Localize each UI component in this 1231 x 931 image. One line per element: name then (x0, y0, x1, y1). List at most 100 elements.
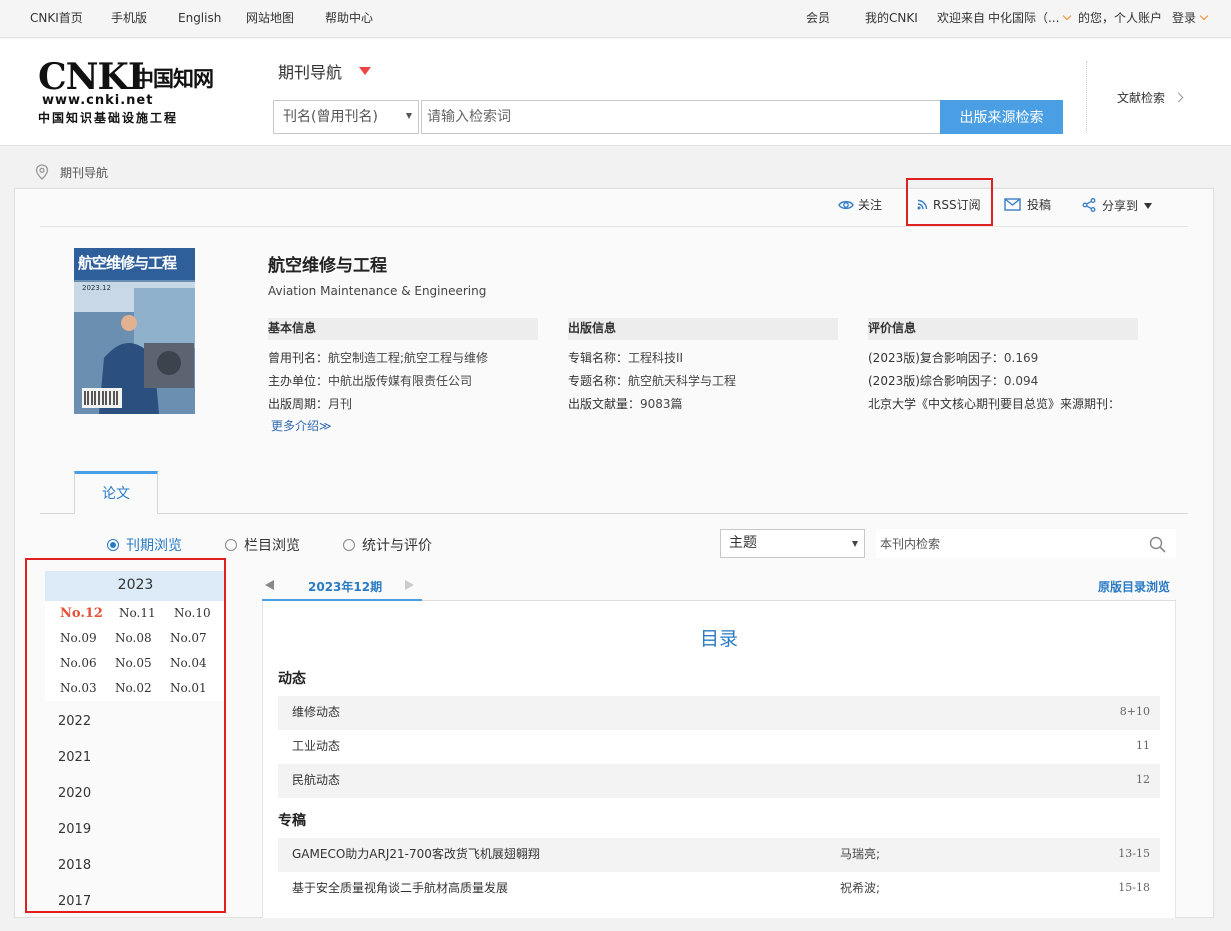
prev-issue-icon[interactable] (265, 580, 274, 590)
article-author[interactable]: 马瑞亮; (840, 838, 880, 870)
welcome-suffix: 的您，个人账户 (1078, 11, 1163, 25)
original-toc-link[interactable]: 原版目录浏览 (1098, 578, 1170, 595)
overall-if-value: 0.094 (1003, 374, 1039, 388)
english-link[interactable]: English (178, 0, 221, 38)
next-issue-icon[interactable] (405, 580, 414, 590)
doc-count-value: 9083篇 (640, 397, 683, 411)
location-pin-icon (35, 164, 49, 180)
current-issue-label[interactable]: 2023年12期 (308, 578, 382, 595)
former-name-label: 曾用刊名： (268, 351, 329, 365)
submit-manuscript-button[interactable]: 投稿 (1004, 196, 1051, 213)
radio-issue-browse[interactable]: 刊期浏览 (107, 535, 182, 555)
series-label: 专辑名称： (568, 351, 629, 365)
cnki-home-link[interactable]: CNKI首页 (30, 0, 83, 38)
org-account-dropdown[interactable]: 中化国际（... (988, 0, 1072, 38)
rss-highlight-box (906, 178, 993, 226)
subject-value: 航空航天科学与工程 (628, 374, 737, 388)
org-name: 中化国际（... (988, 11, 1060, 25)
sitemap-link[interactable]: 网站地图 (246, 0, 294, 38)
publish-info-heading: 出版信息 (568, 318, 838, 340)
toc-title: 目录 (700, 628, 739, 650)
in-journal-search-input[interactable] (876, 529, 1176, 558)
eval-info-heading: 评价信息 (868, 318, 1138, 340)
literature-search-link[interactable]: 文献检索 (1117, 89, 1165, 106)
article-pages: 15-18 (1118, 881, 1150, 894)
caret-down-icon[interactable] (359, 67, 371, 75)
share-label: 分享到 (1102, 199, 1139, 213)
dropdown-arrow-icon (852, 541, 858, 547)
radio-unchecked-icon (225, 539, 237, 551)
journal-cover-image[interactable]: 航空维修与工程 2023.12 (74, 248, 195, 414)
journal-title: 航空维修与工程 (268, 256, 387, 276)
topic-select-value: 主题 (729, 535, 757, 551)
header: CNKI 中国知网 www.cnki.net 中国知识基础设施工程 期刊导航 刊… (0, 39, 1231, 146)
doc-count-label: 出版文献量： (568, 397, 641, 411)
radio-issue-browse-label: 刊期浏览 (126, 538, 182, 554)
former-name-row: 曾用刊名：航空制造工程;航空工程与维修 (268, 349, 488, 366)
search-input[interactable] (421, 100, 941, 134)
chevron-down-icon (1199, 11, 1209, 21)
share-dropdown[interactable]: 分享到 (1082, 196, 1153, 214)
period-value: 月刊 (328, 397, 353, 411)
top-bar: CNKI首页 手机版 English 网站地图 帮助中心 会员 我的CNKI 欢… (0, 0, 1231, 38)
period-label: 出版周期： (268, 397, 329, 411)
topic-select[interactable]: 主题 (720, 529, 865, 558)
toc-row[interactable]: GAMECO助力ARJ21-700客改货飞机展翅翱翔 马瑞亮; 13-15 (278, 838, 1160, 872)
article-pages: 12 (1136, 773, 1150, 786)
eye-icon (838, 200, 854, 210)
radio-column-browse[interactable]: 栏目浏览 (225, 535, 300, 555)
mail-icon (1004, 198, 1021, 211)
welcome-prefix: 欢迎来自 (937, 11, 986, 25)
article-title[interactable]: 维修动态 (292, 696, 340, 728)
source-search-button[interactable]: 出版来源检索 (940, 100, 1063, 134)
radio-column-browse-label: 栏目浏览 (244, 538, 300, 554)
toc-category: 动态 (278, 671, 306, 687)
article-title[interactable]: 基于安全质量视角谈二手航材高质量发展 (292, 872, 508, 904)
follow-button[interactable]: 关注 (838, 196, 882, 213)
composite-if-label: (2023版)复合影响因子： (868, 351, 1004, 365)
share-icon (1082, 198, 1096, 212)
breadcrumb[interactable]: 期刊导航 (60, 164, 108, 181)
journal-nav-title[interactable]: 期刊导航 (278, 59, 342, 83)
toc-row[interactable]: 基于安全质量视角谈二手航材高质量发展 祝希波; 15-18 (278, 872, 1160, 906)
help-center-link[interactable]: 帮助中心 (325, 0, 373, 38)
article-author[interactable]: 祝希波; (840, 872, 880, 904)
article-title[interactable]: GAMECO助力ARJ21-700客改货飞机展翅翱翔 (292, 838, 540, 870)
submit-label: 投稿 (1027, 198, 1052, 212)
follow-label: 关注 (858, 198, 883, 212)
sponsor-value: 中航出版传媒有限责任公司 (328, 374, 473, 388)
toc-row[interactable]: 民航动态 12 (278, 764, 1160, 798)
radio-stats-eval-label: 统计与评价 (362, 538, 432, 554)
chevron-down-icon (1063, 11, 1072, 21)
toc-row[interactable]: 维修动态 8+10 (278, 696, 1160, 730)
mobile-link[interactable]: 手机版 (111, 0, 147, 38)
dropdown-arrow-icon (406, 113, 412, 119)
subject-row: 专题名称：航空航天科学与工程 (568, 372, 736, 389)
radio-stats-eval[interactable]: 统计与评价 (343, 535, 432, 555)
overall-if-row: (2023版)综合影响因子：0.094 (868, 372, 1038, 389)
login-dropdown[interactable]: 登录 (1172, 0, 1209, 38)
composite-if-value: 0.169 (1003, 351, 1039, 365)
radio-unchecked-icon (343, 539, 355, 551)
former-name-value: 航空制造工程;航空工程与维修 (328, 351, 489, 365)
member-link[interactable]: 会员 (806, 0, 830, 38)
tab-papers[interactable]: 论文 (74, 471, 158, 514)
my-cnki-link[interactable]: 我的CNKI (865, 0, 918, 38)
basic-info-heading: 基本信息 (268, 318, 538, 340)
page-bottom-strip (0, 918, 1231, 931)
chevron-right-icon[interactable] (1173, 92, 1184, 103)
period-row: 出版周期：月刊 (268, 395, 352, 412)
toc-category: 专稿 (278, 813, 306, 829)
doc-count-row: 出版文献量：9083篇 (568, 395, 683, 412)
search-field-select[interactable]: 刊名(曾用刊名) (273, 100, 419, 134)
toc-row[interactable]: 工业动态 11 (278, 730, 1160, 764)
divider (40, 226, 1188, 227)
article-title[interactable]: 民航动态 (292, 764, 340, 796)
more-intro-link[interactable]: 更多介绍≫ (271, 417, 332, 434)
radio-checked-icon (107, 539, 119, 551)
overall-if-label: (2023版)综合影响因子： (868, 374, 1004, 388)
search-icon[interactable] (1149, 536, 1166, 553)
article-pages: 11 (1136, 739, 1150, 752)
sponsor-row: 主办单位：中航出版传媒有限责任公司 (268, 372, 472, 389)
article-title[interactable]: 工业动态 (292, 730, 340, 762)
